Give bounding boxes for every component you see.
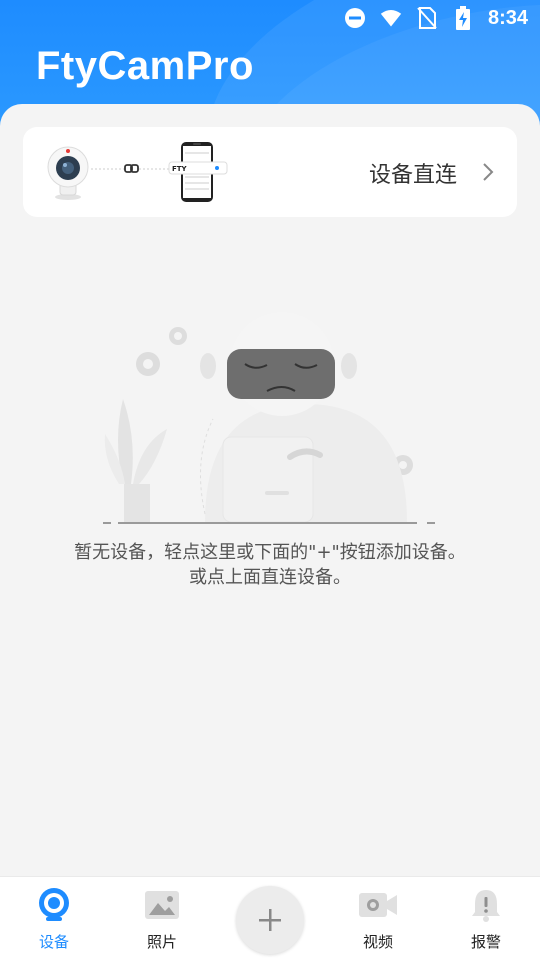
direct-connect-label: 设备直连 (368, 163, 457, 188)
status-time: 8:34 (487, 6, 528, 29)
bottom-tab-bar: 设备 照片 视频 报警 (0, 876, 540, 960)
phone-screen-text: FTY (172, 165, 188, 173)
chevron-right-icon (483, 163, 494, 181)
plus-icon (259, 909, 281, 931)
battery-charging-icon (452, 6, 474, 30)
tab-videos-label: 视频 (362, 933, 393, 951)
camera-icon (34, 887, 74, 923)
status-bar: 8:34 (0, 0, 540, 36)
direct-connect-card[interactable]: FTY 设备直连 (23, 127, 517, 217)
tab-devices-label: 设备 (38, 933, 69, 951)
tab-alarms-label: 报警 (470, 933, 501, 951)
tab-photos-label: 照片 (146, 933, 177, 951)
add-device-button[interactable] (236, 886, 304, 954)
tab-photos[interactable]: 照片 (112, 877, 212, 960)
direct-connect-illustration: FTY (47, 142, 228, 202)
empty-state-message[interactable]: 暂无设备，轻点这里或下面的"+"按钮添加设备。 或点上面直连设备。 (0, 540, 540, 590)
tab-devices[interactable]: 设备 (4, 877, 104, 960)
empty-robot-illustration[interactable] (95, 309, 445, 529)
no-sim-icon (416, 7, 438, 29)
app-title: FtyCamPro (36, 44, 254, 88)
empty-state-line2: 或点上面直连设备。 (189, 567, 351, 588)
bell-alert-icon (466, 887, 506, 923)
video-icon (358, 887, 398, 923)
tab-videos[interactable]: 视频 (328, 877, 428, 960)
image-icon (142, 887, 182, 923)
empty-state-line1: 暂无设备，轻点这里或下面的"+"按钮添加设备。 (74, 542, 466, 563)
main-content: FTY 设备直连 暂无设备，轻点这里或下面的"+"按钮添加设备。 或点上面直连设… (0, 104, 540, 876)
wifi-icon (380, 7, 402, 29)
do-not-disturb-icon (344, 7, 366, 29)
tab-alarms[interactable]: 报警 (436, 877, 536, 960)
